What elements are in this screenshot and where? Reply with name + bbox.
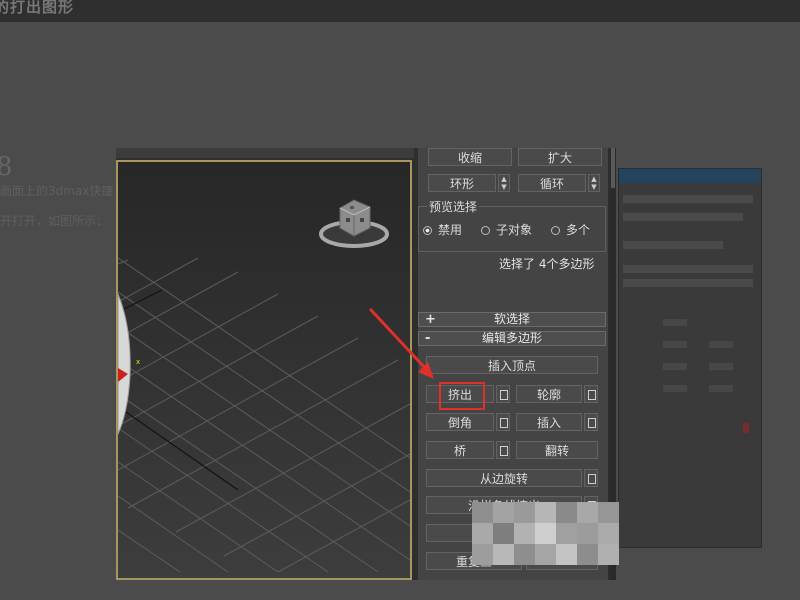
annotation-layer	[369, 308, 434, 379]
red-arrow-icon	[369, 308, 434, 379]
